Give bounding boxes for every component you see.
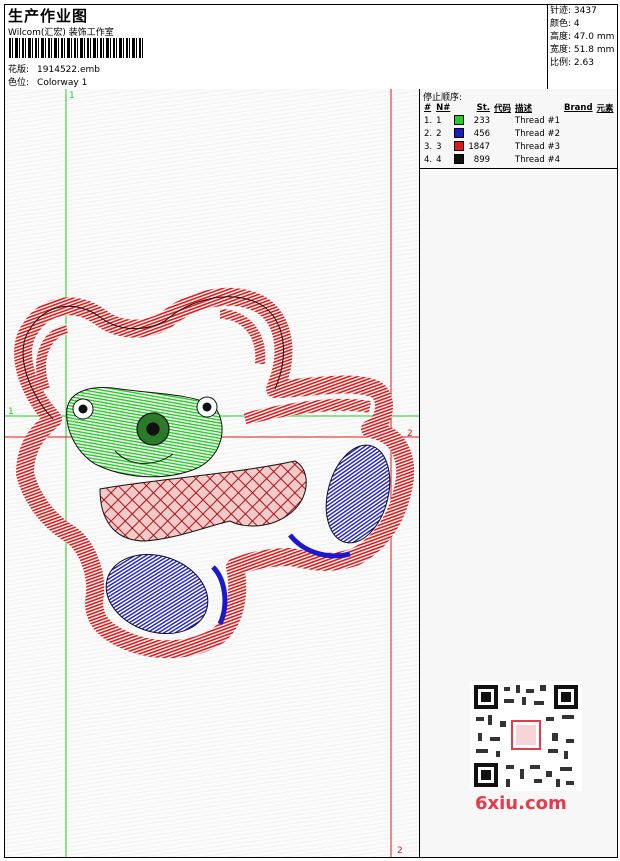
thread-table-header: # N# St. 代码 描述 Brand 元素 [424, 102, 614, 114]
qr-code [470, 681, 582, 791]
ear-left [36, 324, 69, 391]
company-name: Wilcom(汇宏) 装饰工作室 [8, 28, 114, 38]
thread-row: 4. 4 899 Thread #4 [424, 154, 560, 165]
eye-left [72, 398, 94, 420]
colorway-value: Colorway 1 [37, 78, 88, 88]
design-row: 花版: 1914522.emb [8, 62, 100, 75]
guide-label-v1: 1 [69, 91, 75, 101]
ear-right [219, 309, 266, 365]
side-panel: 停止顺序: # N# St. 代码 描述 Brand 元素 1. 1 233 Th… [420, 89, 617, 857]
sheet-title: 生产作业图 [8, 7, 89, 25]
color-swatch [454, 154, 465, 165]
design-canvas: 1 1 2 2 [5, 89, 420, 857]
table-divider [420, 168, 617, 169]
barcode [9, 38, 145, 58]
thread-row: 1. 1 233 Thread #1 [424, 115, 560, 126]
design-label: 花版: [8, 65, 30, 75]
stat-stitches: 针迹: 3437 [550, 6, 597, 16]
nose [136, 412, 170, 446]
stroke-blue-bottom [211, 565, 228, 626]
arm-loop [243, 398, 372, 425]
watermark-site: 6xiu.com [475, 793, 567, 814]
stat-width: 宽度: 51.8 mm [550, 45, 615, 55]
guide-label-h1: 1 [8, 407, 14, 417]
thread-row: 2. 2 456 Thread #2 [424, 128, 560, 139]
colorway-row: 色位: Colorway 1 [8, 75, 87, 88]
color-swatch [454, 128, 465, 139]
thread-table: # N# St. 代码 描述 Brand 元素 1. 1 233 Thread #… [422, 101, 616, 166]
embroidery-design [5, 89, 419, 857]
color-swatch [454, 141, 465, 152]
sheet-header: 生产作业图 Wilcom(汇宏) 装饰工作室 花版: 1914522.emb 色位… [5, 5, 617, 90]
stat-colors: 颜色: 4 [550, 19, 580, 29]
stats-panel: 针迹: 3437 颜色: 4 高度: 47.0 mm 宽度: 51.8 mm 比… [547, 5, 617, 89]
production-sheet: 生产作业图 Wilcom(汇宏) 装饰工作室 花版: 1914522.emb 色位… [4, 4, 618, 858]
design-value: 1914522.emb [37, 65, 101, 75]
eye-right [196, 396, 218, 418]
stat-height: 高度: 47.0 mm [550, 32, 615, 42]
thread-row: 3. 3 1847 Thread #3 [424, 141, 560, 152]
guide-label-h2: 2 [407, 429, 413, 439]
guide-label-v2: 2 [397, 846, 403, 856]
stat-scale: 比例: 2.63 [550, 58, 594, 68]
colorway-label: 色位: [8, 78, 30, 88]
color-swatch [454, 115, 465, 126]
